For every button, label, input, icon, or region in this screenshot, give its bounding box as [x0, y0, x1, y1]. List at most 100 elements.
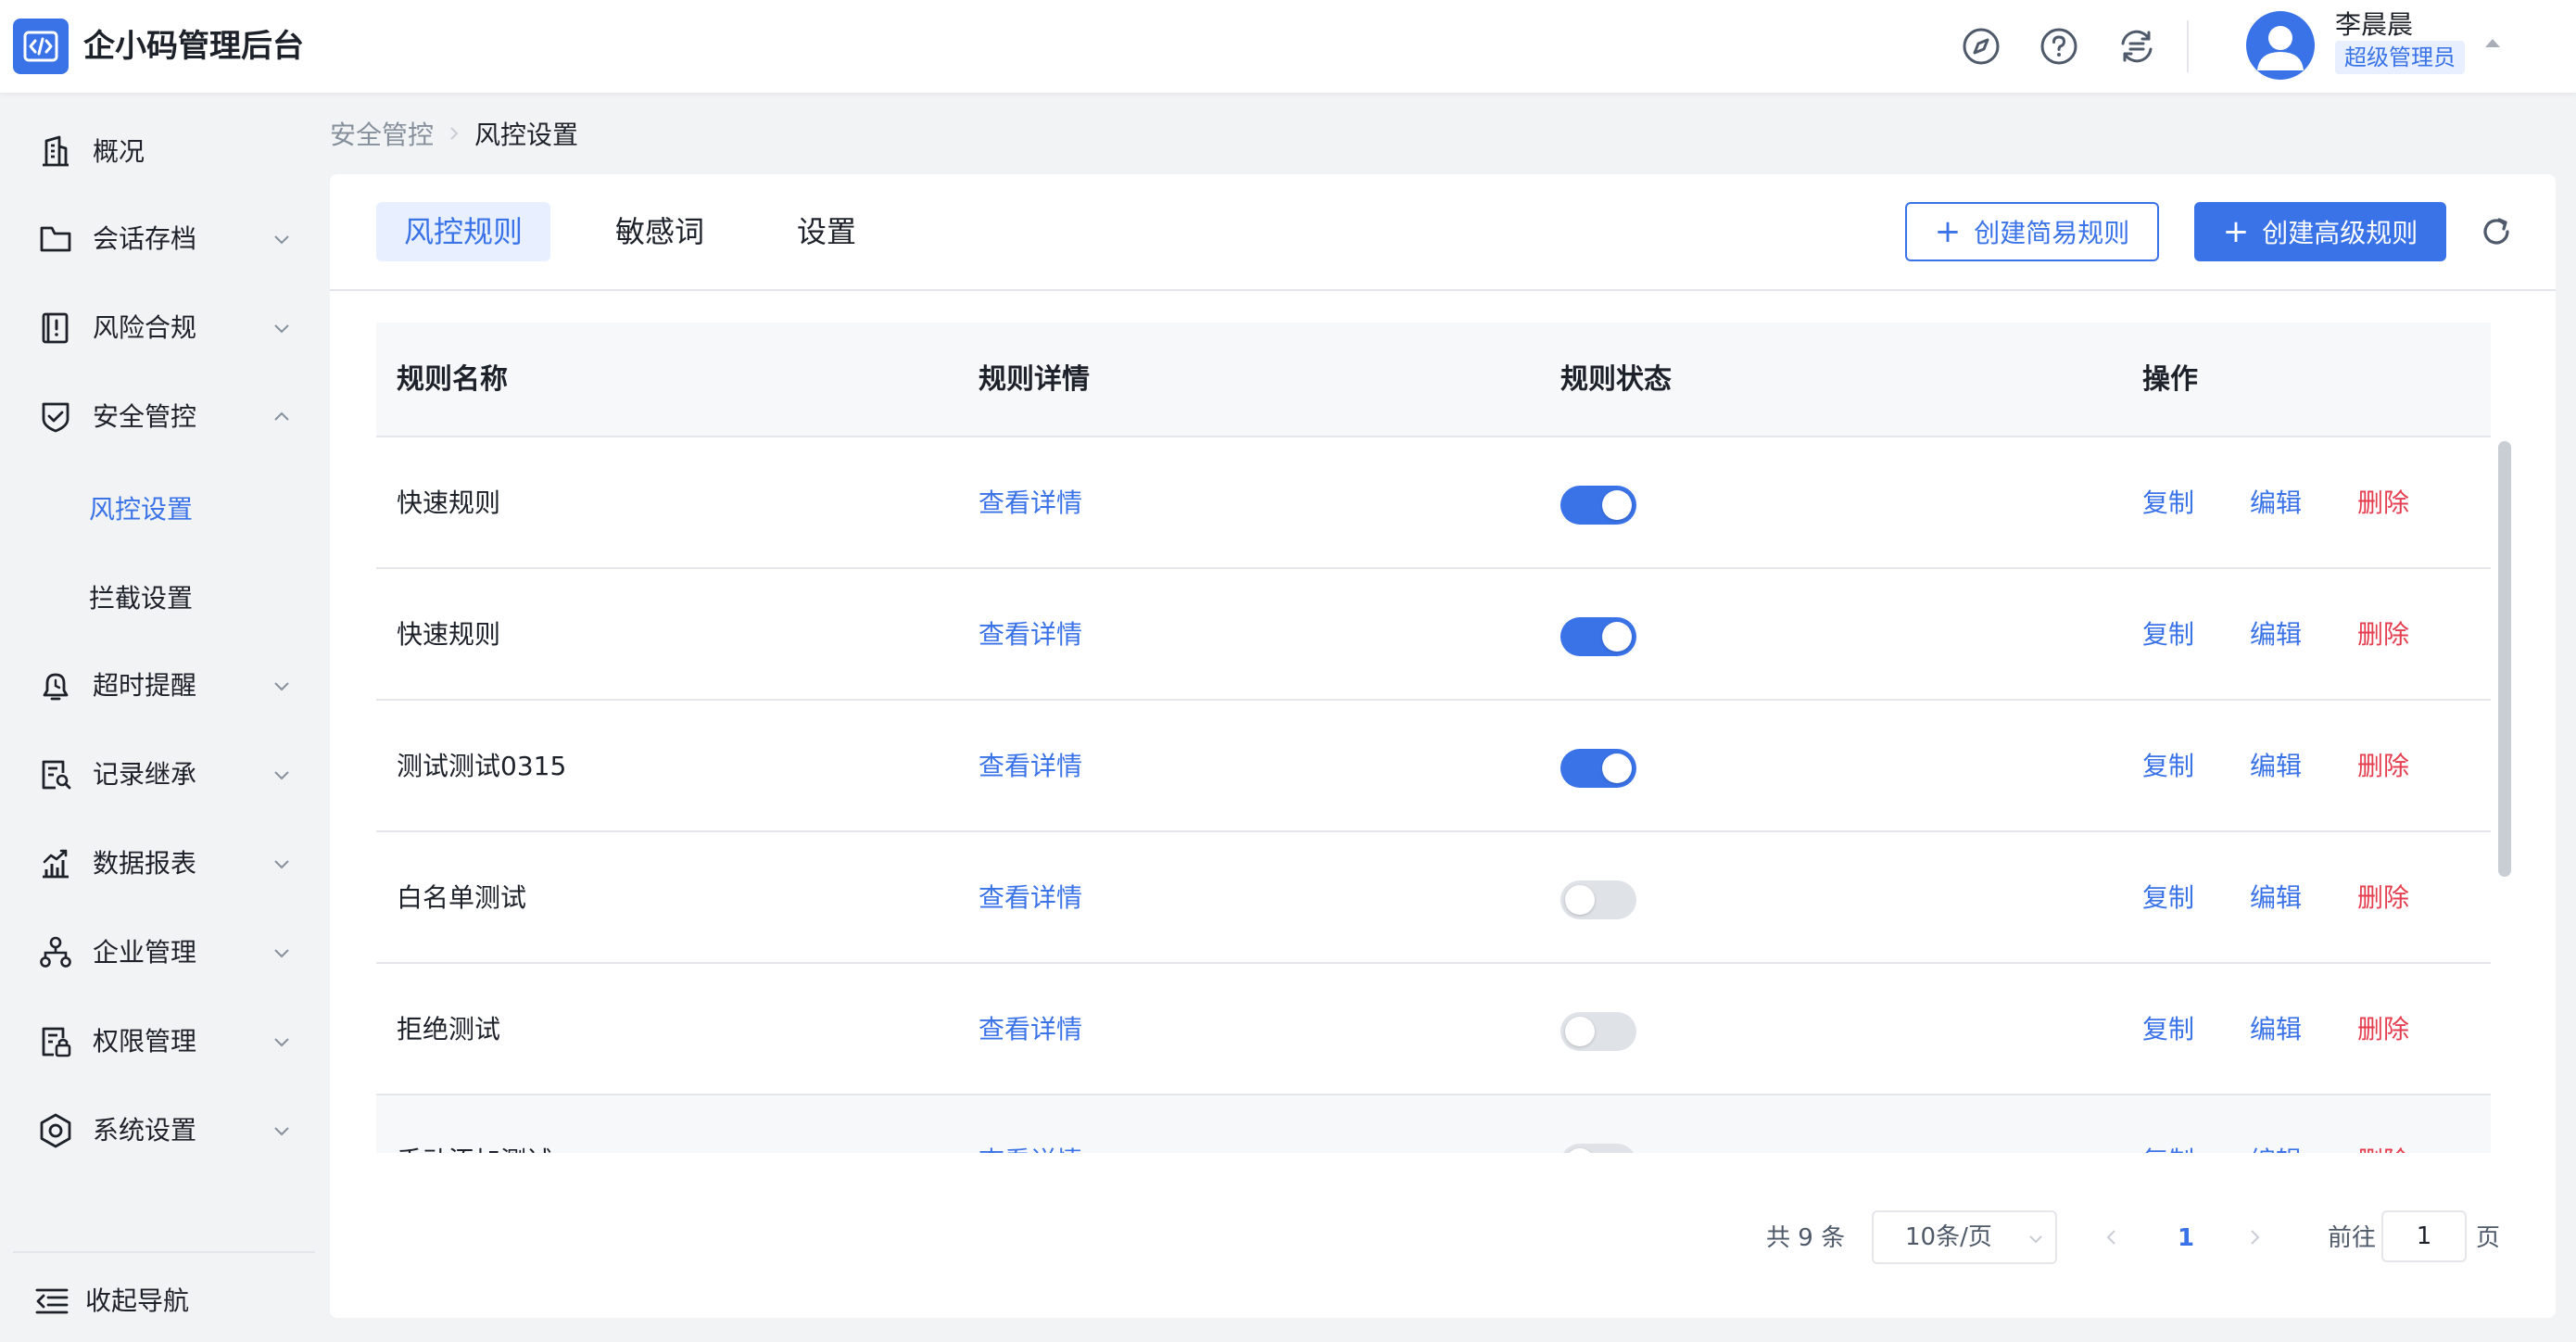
sidebar-item-risk-compliance[interactable]: 风险合规: [0, 295, 330, 361]
sidebar-subitem-intercept-settings[interactable]: 拦截设置: [0, 565, 330, 632]
collapse-nav-label: 收起导航: [85, 1285, 190, 1316]
table-row: 快速规则 查看详情 复制 编辑 删除: [376, 569, 2491, 701]
goto-page-input[interactable]: [2381, 1210, 2467, 1262]
delete-link[interactable]: 删除: [2357, 1010, 2409, 1049]
sidebar-item-data-report[interactable]: 数据报表: [0, 830, 330, 897]
view-detail-link[interactable]: 查看详情: [979, 1142, 1082, 1153]
copy-link[interactable]: 复制: [2142, 879, 2194, 918]
sidebar-item-label: 数据报表: [93, 848, 197, 879]
permission-icon: [42, 1027, 71, 1057]
view-detail-link[interactable]: 查看详情: [979, 879, 1082, 918]
edit-link[interactable]: 编辑: [2250, 747, 2302, 786]
page-size-value: 10条/页: [1905, 1223, 1992, 1251]
table-row: 测试测试0315 查看详情 复制 编辑 删除: [376, 701, 2491, 832]
chevron-down-icon: [274, 682, 289, 691]
view-detail-link[interactable]: 查看详情: [979, 1010, 1082, 1049]
chevron-down-icon: [274, 771, 289, 780]
edit-link[interactable]: 编辑: [2250, 1010, 2302, 1049]
sidebar-item-label: 企业管理: [93, 937, 197, 968]
delete-link[interactable]: 删除: [2357, 615, 2409, 654]
rule-status-toggle[interactable]: [1560, 749, 1636, 788]
view-detail-link[interactable]: 查看详情: [979, 484, 1082, 523]
switch-icon[interactable]: [2116, 26, 2157, 67]
copy-link[interactable]: 复制: [2142, 615, 2194, 654]
sidebar-item-label: 权限管理: [93, 1026, 197, 1057]
building-icon: [43, 135, 69, 167]
delete-link[interactable]: 删除: [2357, 484, 2409, 523]
alert-book-icon: [42, 312, 69, 344]
delete-link[interactable]: 删除: [2357, 879, 2409, 918]
column-header-rule-name: 规则名称: [397, 363, 508, 396]
sidebar-item-permissions[interactable]: 权限管理: [0, 1008, 330, 1075]
sidebar-item-label: 系统设置: [93, 1115, 197, 1146]
refresh-icon[interactable]: [2478, 213, 2515, 250]
tab-sensitive-words[interactable]: 敏感词: [587, 202, 732, 261]
chart-icon: [43, 849, 69, 879]
page-size-select[interactable]: 10条/页: [1872, 1210, 2057, 1264]
rule-status-toggle[interactable]: [1560, 1012, 1636, 1051]
sidebar-item-overview[interactable]: 概况: [0, 119, 330, 185]
rules-table: 规则名称 规则详情 规则状态 操作 快速规则 查看详情 复制 编辑 删除 快速规…: [376, 323, 2511, 1153]
column-header-rule-status: 规则状态: [1560, 363, 1672, 396]
edit-link[interactable]: 编辑: [2250, 1142, 2302, 1153]
record-icon: [42, 760, 71, 790]
prev-page-icon[interactable]: [2102, 1227, 2122, 1247]
code-logo-icon: [23, 31, 58, 62]
create-advanced-rule-button[interactable]: + 创建高级规则: [2194, 202, 2446, 261]
tab-risk-rules[interactable]: 风控规则: [376, 202, 551, 261]
user-name: 李晨晨: [2335, 9, 2414, 40]
edit-link[interactable]: 编辑: [2250, 879, 2302, 918]
help-icon[interactable]: [2039, 26, 2079, 67]
delete-link[interactable]: 删除: [2357, 747, 2409, 786]
delete-link[interactable]: 删除: [2357, 1142, 2409, 1153]
table-header: 规则名称 规则详情 规则状态 操作: [376, 323, 2491, 437]
next-page-icon[interactable]: [2244, 1227, 2265, 1247]
sidebar-item-label: 超时提醒: [93, 670, 197, 701]
rule-status-toggle[interactable]: [1560, 1144, 1636, 1153]
view-detail-link[interactable]: 查看详情: [979, 615, 1082, 654]
header-divider: [2187, 20, 2189, 72]
avatar[interactable]: [2246, 11, 2315, 80]
copy-link[interactable]: 复制: [2142, 1142, 2194, 1153]
rule-name: 拒绝测试: [397, 1014, 501, 1044]
page-number-current[interactable]: 1: [2178, 1220, 2194, 1257]
create-simple-rule-label: 创建简易规则: [1974, 218, 2130, 248]
rule-name: 快速规则: [397, 619, 501, 650]
sidebar-item-record-inherit[interactable]: 记录继承: [0, 741, 330, 808]
org-icon: [40, 936, 71, 968]
sidebar-item-enterprise[interactable]: 企业管理: [0, 919, 330, 986]
sidebar-item-label: 风险合规: [93, 312, 197, 343]
rule-status-toggle[interactable]: [1560, 486, 1636, 525]
sidebar-item-system-settings[interactable]: 系统设置: [0, 1097, 330, 1164]
table-row: 拒绝测试 查看详情 复制 编辑 删除: [376, 964, 2491, 1095]
copy-link[interactable]: 复制: [2142, 1010, 2194, 1049]
toggle-knob: [1602, 622, 1632, 652]
rule-status-toggle[interactable]: [1560, 880, 1636, 919]
sidebar-item-timeout-reminder[interactable]: 超时提醒: [0, 652, 330, 719]
breadcrumb-current: 风控设置: [474, 120, 579, 150]
rule-status-toggle[interactable]: [1560, 617, 1636, 656]
sidebar-item-chat-archive[interactable]: 会话存档: [0, 206, 330, 272]
collapse-nav-button[interactable]: 收起导航: [0, 1268, 330, 1335]
tab-settings[interactable]: 设置: [769, 202, 884, 261]
create-simple-rule-button[interactable]: + 创建简易规则: [1905, 202, 2159, 261]
table-scrollbar-thumb[interactable]: [2498, 441, 2511, 877]
edit-link[interactable]: 编辑: [2250, 484, 2302, 523]
rule-name: 手动添加测试: [397, 1142, 552, 1153]
column-header-rule-detail: 规则详情: [979, 363, 1090, 396]
compass-icon[interactable]: [1961, 26, 2001, 67]
copy-link[interactable]: 复制: [2142, 484, 2194, 523]
sidebar-subitem-risk-settings[interactable]: 风控设置: [0, 476, 330, 543]
breadcrumb-parent[interactable]: 安全管控: [330, 115, 434, 152]
user-menu-caret-icon[interactable]: [2485, 39, 2500, 47]
pagination: 共 9 条 10条/页 1 前往 页: [330, 1210, 2556, 1266]
chevron-down-icon: [274, 949, 289, 958]
tabs-bar: 风控规则 敏感词 设置 + 创建简易规则 + 创建高级规则: [330, 174, 2556, 291]
app-logo[interactable]: [13, 19, 69, 74]
edit-link[interactable]: 编辑: [2250, 615, 2302, 654]
sidebar-item-security[interactable]: 安全管控: [0, 384, 330, 450]
chevron-right-icon: [450, 127, 459, 140]
copy-link[interactable]: 复制: [2142, 747, 2194, 786]
view-detail-link[interactable]: 查看详情: [979, 747, 1082, 786]
goto-label: 前往: [2328, 1224, 2377, 1252]
